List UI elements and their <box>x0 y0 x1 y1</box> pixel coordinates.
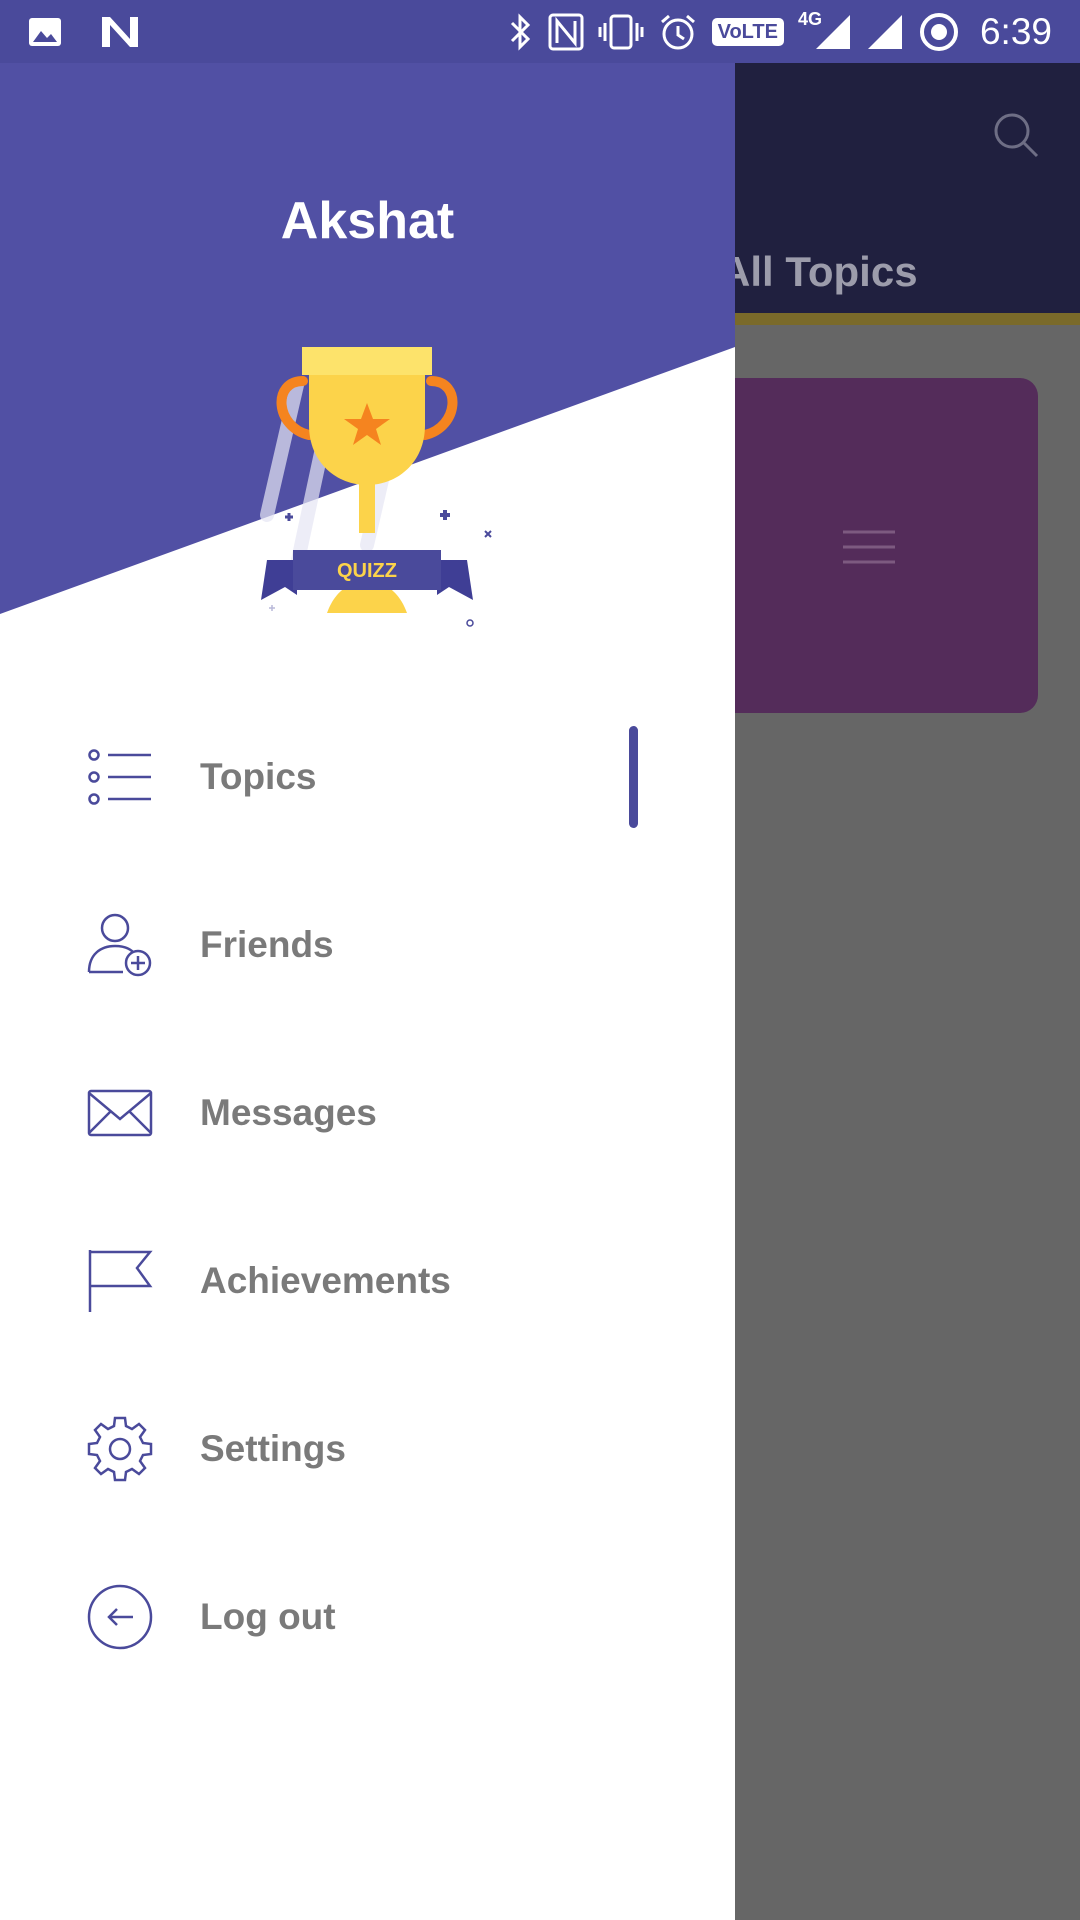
trophy-icon: QUIZZ <box>260 347 492 627</box>
menu-icon <box>843 530 895 564</box>
menu-item-messages[interactable]: Messages <box>0 1029 735 1197</box>
menu-item-label: Friends <box>200 924 334 965</box>
search-icon[interactable] <box>992 111 1040 159</box>
volte-icon: VoLTE <box>711 17 784 46</box>
navigation-drawer: Akshat QUIZZ Topics Friends Messages Ach… <box>0 63 735 1920</box>
gear-icon <box>87 1416 153 1482</box>
menu-item-label: Settings <box>200 1428 346 1469</box>
bluetooth-icon <box>510 12 530 51</box>
signal-icon <box>867 14 902 49</box>
quizz-badge-text: QUIZZ <box>337 560 397 582</box>
active-indicator <box>629 726 638 828</box>
list-icon <box>87 744 153 810</box>
menu-item-label: Achievements <box>200 1260 451 1301</box>
network-4g-icon: 4G <box>797 9 822 29</box>
alarm-icon <box>660 14 695 49</box>
n-notification-icon <box>102 16 138 47</box>
nfc-icon <box>548 13 584 50</box>
flag-icon <box>87 1248 153 1314</box>
tab-all-topics[interactable]: All Topics <box>720 248 918 296</box>
menu-item-friends[interactable]: Friends <box>0 861 735 1029</box>
status-bar: VoLTE 4G 6:39 <box>0 0 1080 63</box>
sync-icon <box>919 12 958 51</box>
menu-item-label: Messages <box>200 1092 377 1133</box>
menu-item-topics[interactable]: Topics <box>0 693 735 861</box>
drawer-menu: Topics Friends Messages Achievements Set… <box>0 693 735 1701</box>
user-name: Akshat <box>280 192 455 250</box>
menu-item-logout[interactable]: Log out <box>0 1533 735 1701</box>
add-friend-icon <box>87 912 153 978</box>
image-notification-icon <box>29 17 61 46</box>
menu-item-label: Log out <box>200 1596 336 1637</box>
vibrate-icon <box>598 14 644 49</box>
menu-item-achievements[interactable]: Achievements <box>0 1197 735 1365</box>
logout-icon <box>87 1584 153 1650</box>
menu-item-settings[interactable]: Settings <box>0 1365 735 1533</box>
envelope-icon <box>87 1080 153 1146</box>
status-time: 6:39 <box>979 10 1052 52</box>
menu-item-label: Topics <box>200 756 317 797</box>
